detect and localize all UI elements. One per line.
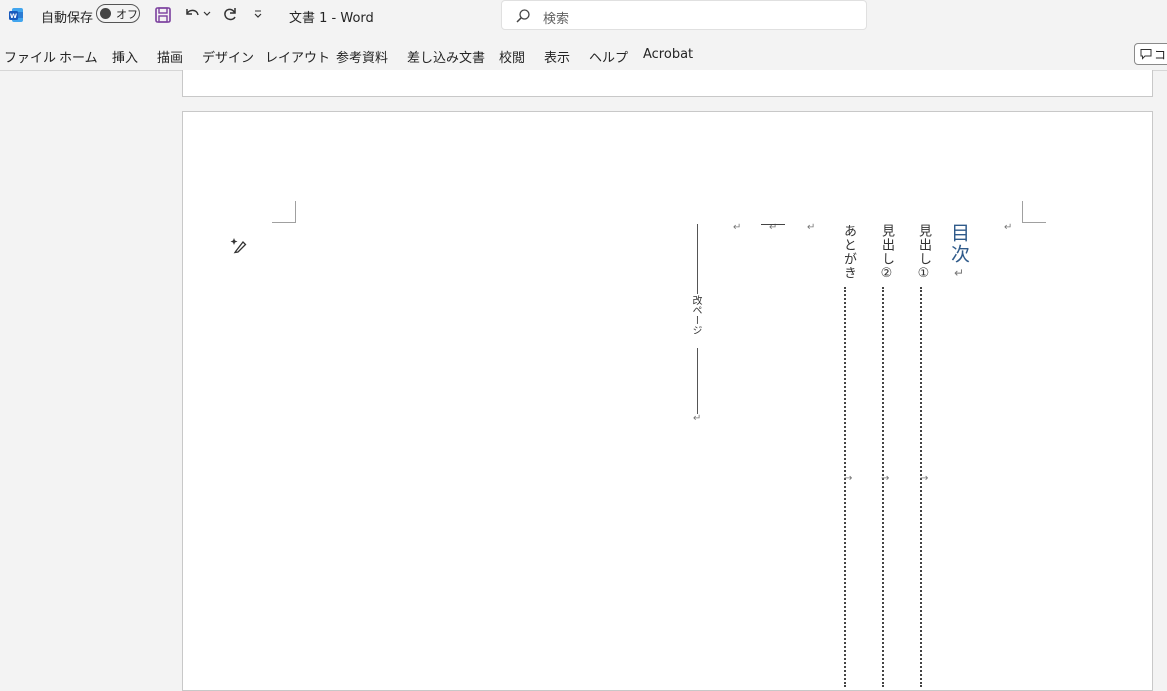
toc-entry-heading-1[interactable]: 見出し① [916, 224, 931, 282]
save-icon[interactable] [154, 6, 172, 24]
comment-icon [1140, 49, 1152, 60]
paragraph-mark: ↵ [954, 266, 965, 280]
tab-mark: → [844, 473, 853, 484]
tab-view[interactable]: 表示 [544, 47, 570, 66]
tab-home[interactable]: ホーム [59, 47, 98, 66]
document-page[interactable]: ↵ ↵ ↵ ↵ 目次 ↵ 見出し① → 見出し② → あとがき → 改ページ ↵ [182, 111, 1153, 691]
paragraph-mark: ↵ [733, 222, 742, 233]
search-input[interactable]: 検索 [501, 0, 867, 30]
ribbon-tabs: ファイル ホーム 挿入 描画 デザイン レイアウト 参考資料 差し込み文書 校閲… [0, 40, 1167, 71]
paragraph-mark: ↵ [807, 222, 816, 233]
redo-icon[interactable] [221, 5, 239, 23]
customize-quick-access-icon[interactable] [253, 9, 263, 19]
autosave-label: 自動保存 [41, 11, 94, 26]
tab-layout[interactable]: レイアウト [265, 47, 330, 66]
paragraph-mark: ↵ [693, 413, 702, 424]
search-icon [516, 9, 530, 23]
tab-mark: → [920, 473, 929, 484]
document-title: 文書 1 - Word [289, 11, 374, 26]
undo-icon[interactable] [183, 5, 201, 23]
toggle-knob [100, 8, 111, 19]
autosave-toggle[interactable]: オフ [96, 4, 140, 23]
page-break-label: 改ページ [690, 295, 701, 335]
tab-file[interactable]: ファイル [4, 47, 56, 66]
margin-corner-left [272, 201, 296, 223]
margin-corner-right [1022, 201, 1046, 223]
comments-label: コメント [1154, 48, 1167, 62]
toc-dot-leader [920, 287, 922, 687]
comments-button[interactable]: コメント [1134, 43, 1167, 65]
svg-text:W: W [10, 12, 17, 20]
toc-title[interactable]: 目次 [948, 223, 970, 265]
tab-insert[interactable]: 挿入 [112, 47, 138, 66]
undo-dropdown-icon[interactable] [203, 10, 211, 18]
tab-review[interactable]: 校閲 [499, 47, 525, 66]
toc-dot-leader [844, 287, 846, 687]
tab-mailings[interactable]: 差し込み文書 [407, 47, 485, 66]
title-bar: W 自動保存 オフ 文書 1 - Word 検索 [0, 0, 1167, 32]
toc-entry-heading-2[interactable]: 見出し② [879, 224, 894, 282]
designer-sparkle-icon[interactable] [230, 236, 248, 254]
tab-mark: → [881, 473, 890, 484]
tab-references[interactable]: 参考資料 [336, 47, 388, 66]
tab-design[interactable]: デザイン [202, 47, 254, 66]
word-logo-icon[interactable]: W [8, 7, 24, 23]
page-break-line [697, 348, 698, 414]
tab-leader-line [761, 224, 785, 225]
tab-help[interactable]: ヘルプ [589, 47, 628, 66]
page-break-line [697, 224, 698, 294]
autosave-state: オフ [116, 8, 138, 21]
paragraph-mark: ↵ [1004, 222, 1013, 233]
tab-draw[interactable]: 描画 [157, 47, 183, 66]
previous-page [182, 70, 1153, 97]
tab-acrobat[interactable]: Acrobat [643, 47, 693, 62]
toc-entry-afterword[interactable]: あとがき [841, 224, 856, 280]
toc-dot-leader [882, 287, 884, 687]
search-placeholder: 検索 [543, 12, 570, 27]
